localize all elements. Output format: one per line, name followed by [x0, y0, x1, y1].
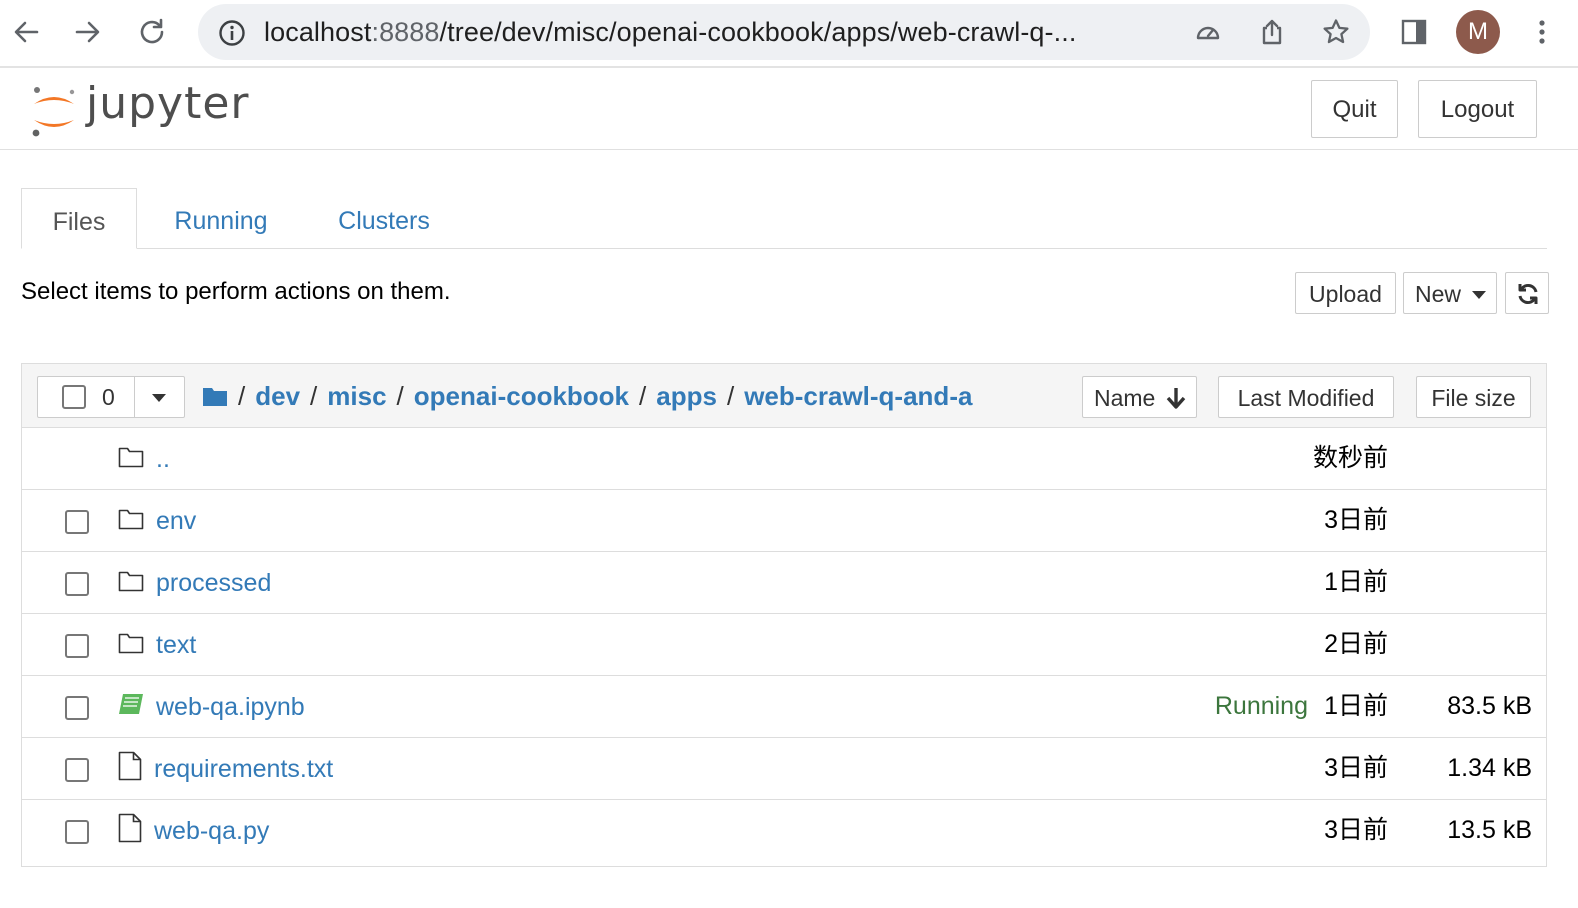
folder-icon	[118, 447, 144, 468]
jupyter-logo-icon	[32, 87, 75, 137]
browser-toolbar: localhost:8888/tree/dev/misc/openai-cook…	[0, 0, 1578, 68]
url-host: localhost	[264, 17, 372, 47]
url-path: /tree/dev/misc/openai-cookbook/apps/web-…	[439, 17, 1077, 47]
item-name-link[interactable]: web-qa.ipynb	[156, 676, 305, 738]
arrow-down-icon	[1166, 388, 1186, 409]
item-name-link[interactable]: text	[156, 614, 196, 676]
list-item[interactable]: requirements.txt 3日前 1.34 kB	[22, 738, 1546, 800]
caret-down-icon	[1472, 291, 1486, 299]
list-item[interactable]: .. 数秒前	[22, 428, 1546, 490]
tab-files[interactable]: Files	[21, 188, 137, 249]
main-tabs: Files Running Clusters	[21, 188, 1547, 249]
new-dropdown-button[interactable]: New	[1403, 272, 1497, 314]
bookmark-star-icon[interactable]	[1320, 16, 1352, 48]
item-size: 83.5 kB	[1447, 692, 1532, 720]
refresh-list-button[interactable]	[1505, 272, 1549, 314]
url-text[interactable]: localhost:8888/tree/dev/misc/openai-cook…	[264, 4, 1076, 60]
item-name-link[interactable]: requirements.txt	[154, 738, 333, 800]
folder-icon	[118, 571, 144, 592]
item-modified: 3日前	[1324, 754, 1388, 782]
running-status: Running	[1214, 692, 1308, 720]
list-item[interactable]: env 3日前	[22, 490, 1546, 552]
notebook-icon	[119, 694, 143, 714]
item-checkbox[interactable]	[65, 572, 89, 596]
item-modified: 1日前	[1324, 692, 1388, 720]
logout-button[interactable]: Logout	[1418, 80, 1537, 138]
item-name-link[interactable]: web-qa.py	[154, 800, 269, 862]
url-port: :8888	[371, 17, 440, 47]
select-all-checkbox[interactable]	[62, 385, 86, 409]
profile-avatar[interactable]: M	[1456, 10, 1500, 54]
refresh-icon	[1518, 283, 1538, 305]
list-item[interactable]: web-qa.ipynb Running 1日前 83.5 kB	[22, 676, 1546, 738]
jupyter-header: jupyter Quit Logout	[0, 70, 1578, 150]
kebab-menu-icon	[1539, 20, 1545, 44]
tab-clusters[interactable]: Clusters	[321, 188, 447, 248]
side-panel-button[interactable]	[1394, 12, 1434, 52]
jupyter-logo-text: jupyter	[86, 78, 250, 129]
forward-button[interactable]	[68, 12, 108, 52]
folder-home-icon[interactable]	[202, 385, 228, 407]
address-bar[interactable]: localhost:8888/tree/dev/misc/openai-cook…	[198, 4, 1370, 60]
jupyter-logo[interactable]: jupyter	[24, 78, 284, 142]
select-menu-dropdown[interactable]	[135, 377, 185, 417]
list-item[interactable]: processed 1日前	[22, 552, 1546, 614]
item-checkbox[interactable]	[65, 758, 89, 782]
breadcrumb-misc[interactable]: misc	[327, 381, 386, 411]
folder-icon	[118, 633, 144, 654]
share-icon[interactable]	[1256, 16, 1288, 48]
reload-icon	[140, 18, 164, 44]
item-modified: 1日前	[1324, 568, 1388, 596]
item-modified: 3日前	[1324, 506, 1388, 534]
site-info-icon	[219, 20, 245, 46]
sort-by-name-button[interactable]: Name	[1082, 376, 1197, 418]
quit-button[interactable]: Quit	[1311, 80, 1398, 138]
item-checkbox[interactable]	[65, 820, 89, 844]
item-name-link[interactable]: env	[156, 490, 196, 552]
item-checkbox[interactable]	[65, 510, 89, 534]
item-modified: 数秒前	[1312, 444, 1388, 472]
folder-icon	[118, 509, 144, 530]
tab-running[interactable]: Running	[161, 188, 281, 248]
breadcrumb-dev[interactable]: dev	[255, 381, 300, 411]
item-size: 13.5 kB	[1447, 816, 1532, 844]
item-modified: 2日前	[1324, 630, 1388, 658]
item-modified: 3日前	[1324, 816, 1388, 844]
sort-name-label: Name	[1094, 385, 1156, 411]
file-list-header: 0 /dev / misc / openai-cookbook / apps / web-cra…	[22, 364, 1546, 428]
item-checkbox[interactable]	[65, 696, 89, 720]
sort-by-size-button[interactable]: File size	[1416, 376, 1531, 418]
back-button[interactable]	[6, 12, 46, 52]
back-arrow-icon	[14, 21, 39, 43]
new-button-label: New	[1415, 281, 1462, 307]
selection-hint: Select items to perform actions on them.	[21, 278, 451, 305]
reload-button[interactable]	[132, 12, 172, 52]
breadcrumb-openai-cookbook[interactable]: openai-cookbook	[414, 381, 629, 411]
breadcrumb: / dev / misc / openai-cookbook / apps / web-crawl…	[202, 376, 972, 416]
browser-menu-button[interactable]	[1522, 12, 1562, 52]
side-panel-icon	[1401, 19, 1427, 45]
list-item[interactable]: web-qa.py 3日前 13.5 kB	[22, 800, 1546, 862]
breadcrumb-apps[interactable]: apps	[656, 381, 717, 411]
file-icon	[118, 813, 142, 843]
upload-button[interactable]: Upload	[1295, 272, 1396, 314]
file-list-panel: 0 /dev / misc / openai-cookbook / apps / web-cra…	[21, 363, 1547, 867]
forward-arrow-icon	[75, 21, 100, 43]
list-item[interactable]: text 2日前	[22, 614, 1546, 676]
performance-icon[interactable]	[1192, 16, 1224, 48]
item-name-link[interactable]: ..	[156, 428, 170, 490]
sort-by-modified-button[interactable]: Last Modified	[1218, 376, 1394, 418]
breadcrumb-web-crawl-q-and-a[interactable]: web-crawl-q-and-a	[744, 381, 972, 411]
select-all-group: 0	[37, 376, 185, 418]
caret-down-icon	[152, 394, 166, 402]
file-icon	[118, 751, 142, 781]
item-size: 1.34 kB	[1447, 754, 1532, 782]
item-checkbox[interactable]	[65, 634, 89, 658]
selected-count: 0	[102, 384, 115, 410]
item-name-link[interactable]: processed	[156, 552, 271, 614]
